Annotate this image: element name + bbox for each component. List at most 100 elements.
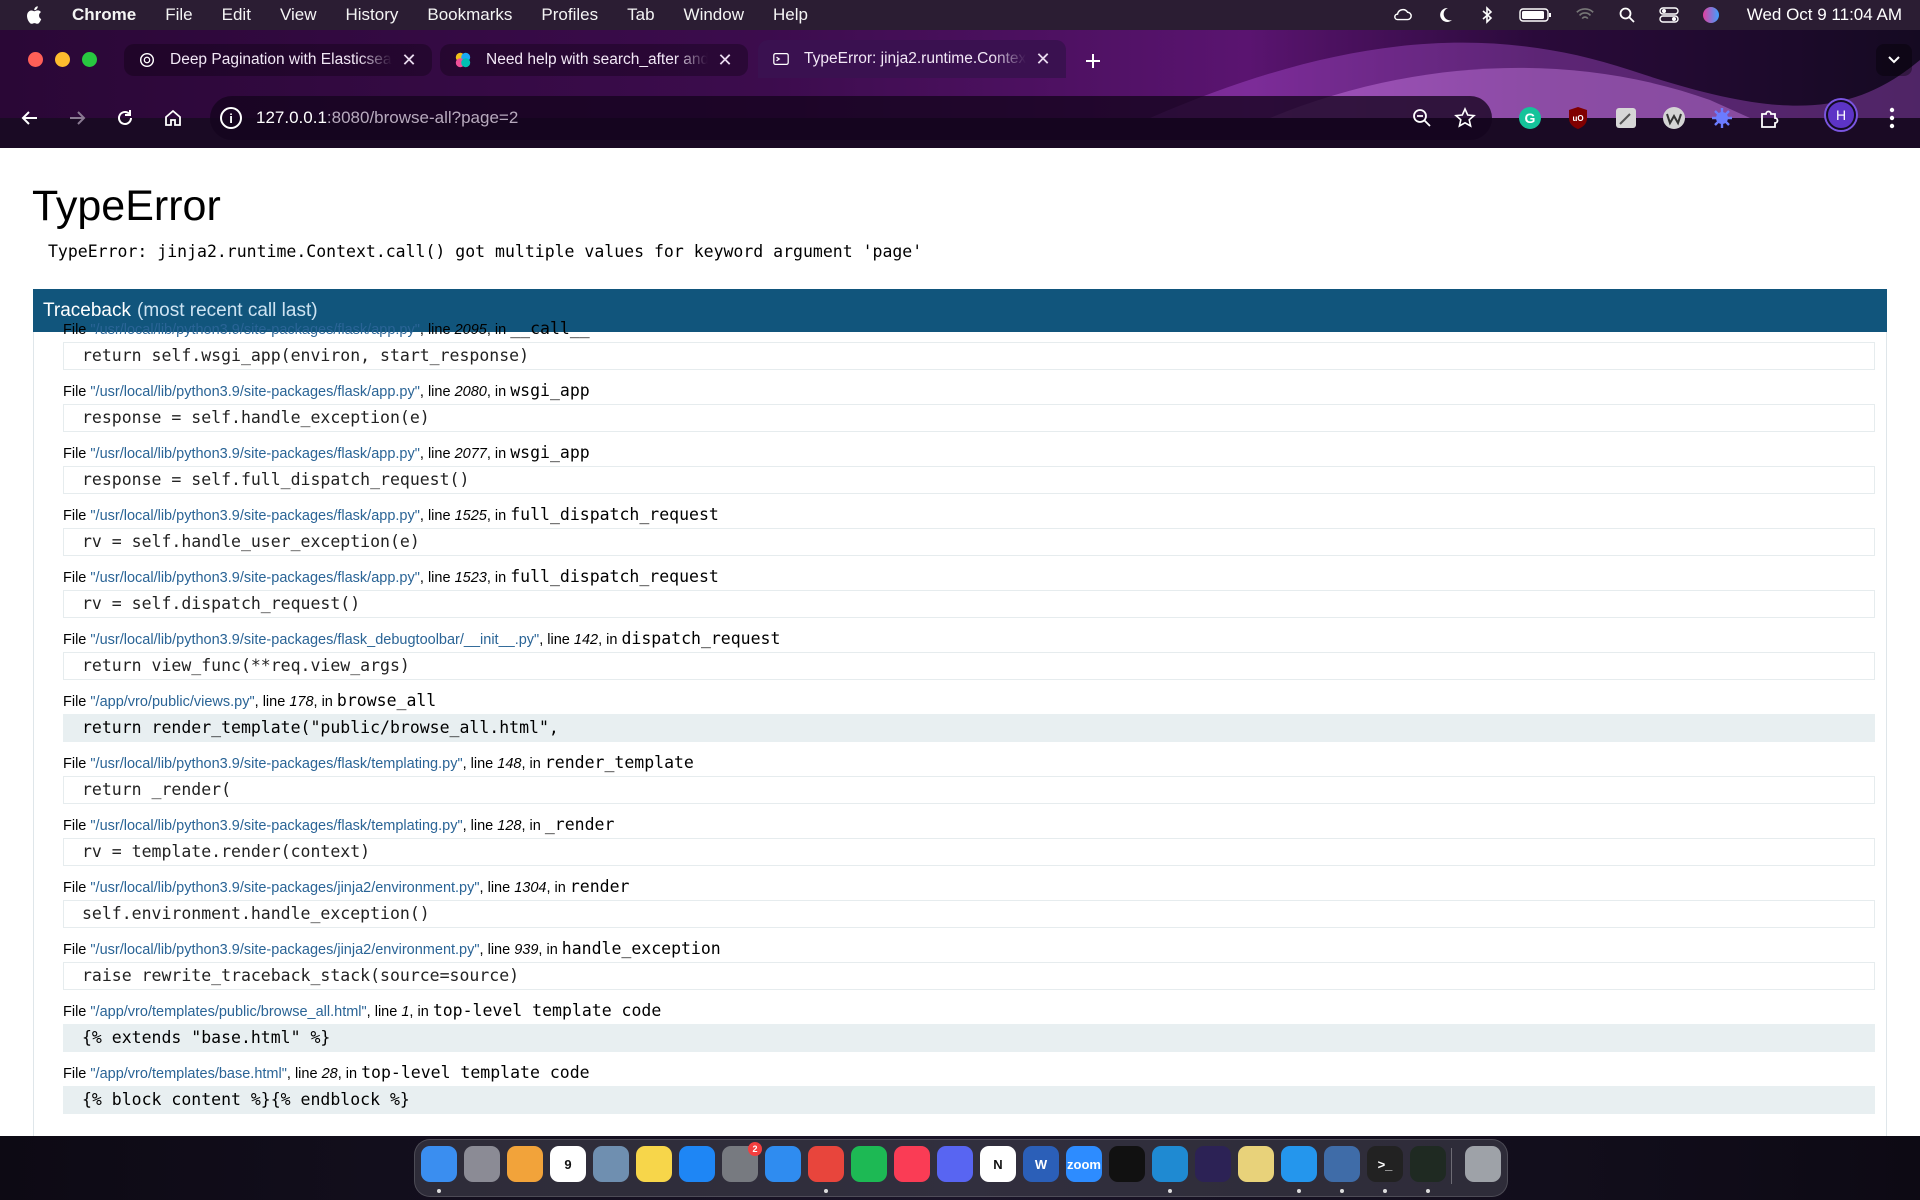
python-icon[interactable] <box>1238 1146 1274 1182</box>
preview-icon[interactable] <box>593 1146 629 1182</box>
tab-typeerror[interactable]: TypeError: jinja2.runtime.Context.call()… <box>758 40 1066 78</box>
snowflake-extension-icon[interactable] <box>1708 104 1736 132</box>
grammarly-icon[interactable]: G <box>1516 104 1544 132</box>
frame-code-line[interactable]: {% block content %}{% endblock %} <box>63 1086 1875 1114</box>
postman-icon[interactable] <box>1109 1146 1145 1182</box>
notes-icon[interactable] <box>636 1146 672 1182</box>
activity-monitor-icon[interactable] <box>1410 1146 1446 1182</box>
forward-button[interactable] <box>60 101 94 135</box>
frame-code-line[interactable]: rv = template.render(context) <box>63 838 1875 866</box>
bookmark-star-icon[interactable] <box>1454 107 1476 129</box>
system-settings-icon[interactable]: 2 <box>722 1142 762 1182</box>
menu-window[interactable]: Window <box>684 5 744 25</box>
frame-filename[interactable]: "/usr/local/lib/python3.9/site-packages/… <box>90 632 539 648</box>
photos-icon[interactable] <box>507 1146 543 1182</box>
tab-close-button[interactable]: ✕ <box>716 50 734 71</box>
zoom-icon[interactable]: zoom <box>1066 1146 1102 1182</box>
cloud-sync-icon[interactable] <box>1393 6 1413 24</box>
virtualbox-icon[interactable] <box>1324 1146 1360 1182</box>
trash-icon[interactable] <box>1465 1146 1501 1182</box>
wappalyzer-icon[interactable] <box>1660 104 1688 132</box>
frame-filename[interactable]: "/usr/local/lib/python3.9/site-packages/… <box>90 508 419 524</box>
word-icon[interactable]: W <box>1023 1146 1059 1182</box>
calendar-icon[interactable]: 9 <box>550 1146 586 1182</box>
frame-code-line[interactable]: self.environment.handle_exception() <box>63 900 1875 928</box>
window-minimize-button[interactable] <box>55 52 70 67</box>
frame-code-line[interactable]: return _render( <box>63 776 1875 804</box>
zoom-icon[interactable] <box>1412 108 1432 128</box>
frame-code-line[interactable]: return view_func(**req.view_args) <box>63 652 1875 680</box>
tab-title: Deep Pagination with Elasticsearch <box>170 51 392 68</box>
menu-app-name[interactable]: Chrome <box>72 5 136 25</box>
frame-filename[interactable]: "/usr/local/lib/python3.9/site-packages/… <box>90 880 479 896</box>
extensions-puzzle-icon[interactable] <box>1756 104 1784 132</box>
menu-bookmarks[interactable]: Bookmarks <box>427 5 512 25</box>
window-maximize-button[interactable] <box>82 52 97 67</box>
frame-filename[interactable]: "/app/vro/templates/public/browse_all.ht… <box>90 1004 366 1020</box>
menu-help[interactable]: Help <box>773 5 808 25</box>
discord-icon[interactable] <box>937 1146 973 1182</box>
frame-filename[interactable]: "/usr/local/lib/python3.9/site-packages/… <box>90 756 462 772</box>
menu-history[interactable]: History <box>345 5 398 25</box>
menubar-clock[interactable]: Wed Oct 9 11:04 AM <box>1747 5 1902 25</box>
bluetooth-icon[interactable] <box>1477 6 1497 24</box>
app-store-icon[interactable] <box>679 1146 715 1182</box>
moon-icon[interactable] <box>1435 6 1455 24</box>
frame-filename[interactable]: "/app/vro/templates/base.html" <box>90 1066 286 1082</box>
frame-code-line[interactable]: raise rewrite_traceback_stack(source=sou… <box>63 962 1875 990</box>
tab-search-button[interactable] <box>1876 44 1912 76</box>
window-close-button[interactable] <box>28 52 43 67</box>
frame-filename[interactable]: "/usr/local/lib/python3.9/site-packages/… <box>90 446 419 462</box>
launchpad-icon[interactable] <box>464 1146 500 1182</box>
menu-view[interactable]: View <box>280 5 317 25</box>
safari-icon[interactable] <box>765 1146 801 1182</box>
menu-tab[interactable]: Tab <box>627 5 654 25</box>
chrome-menu-icon[interactable] <box>1878 104 1906 132</box>
frame-filename[interactable]: "/app/vro/public/views.py" <box>90 694 254 710</box>
frame-code-line[interactable]: return render_template("public/browse_al… <box>63 714 1875 742</box>
tab-close-button[interactable]: ✕ <box>400 50 418 71</box>
terminal-icon[interactable]: >_ <box>1367 1146 1403 1182</box>
frame-code-line[interactable]: return self.wsgi_app(environ, start_resp… <box>63 342 1875 370</box>
tab-search-after-help[interactable]: Need help with search_after and paginati… <box>440 44 748 76</box>
music-icon[interactable] <box>894 1146 930 1182</box>
frame-filename[interactable]: "/usr/local/lib/python3.9/site-packages/… <box>90 384 419 400</box>
reload-button[interactable] <box>108 101 142 135</box>
home-button[interactable] <box>156 101 190 135</box>
frame-code-line[interactable]: response = self.full_dispatch_request() <box>63 466 1875 494</box>
edit-extension-icon[interactable] <box>1612 104 1640 132</box>
new-tab-button[interactable] <box>1078 46 1108 76</box>
tab-close-button[interactable]: ✕ <box>1034 49 1052 70</box>
apple-menu-icon[interactable] <box>24 4 46 26</box>
vscode-icon[interactable] <box>1152 1146 1188 1182</box>
back-button[interactable] <box>13 101 47 135</box>
ublock-icon[interactable]: uO <box>1564 104 1592 132</box>
menu-profiles[interactable]: Profiles <box>541 5 598 25</box>
in-word: in <box>494 384 507 400</box>
site-info-icon[interactable]: i <box>220 107 242 129</box>
frame-filename[interactable]: "/usr/local/lib/python3.9/site-packages/… <box>90 570 419 586</box>
menu-file[interactable]: File <box>165 5 192 25</box>
finder-icon[interactable] <box>421 1146 457 1182</box>
chrome-icon[interactable] <box>808 1146 844 1182</box>
frame-code-line[interactable]: {% extends "base.html" %} <box>63 1024 1875 1052</box>
eclipse-icon[interactable] <box>1195 1146 1231 1182</box>
spotify-icon[interactable] <box>851 1146 887 1182</box>
control-center-icon[interactable] <box>1659 6 1679 24</box>
battery-icon[interactable] <box>1519 6 1553 24</box>
frame-code-line[interactable]: response = self.handle_exception(e) <box>63 404 1875 432</box>
notion-icon[interactable]: N <box>980 1146 1016 1182</box>
wifi-icon[interactable] <box>1575 6 1595 24</box>
menu-edit[interactable]: Edit <box>222 5 251 25</box>
address-bar[interactable]: i 127.0.0.1:8080/browse-all?page=2 <box>210 96 1492 140</box>
tab-deep-pagination[interactable]: Deep Pagination with Elasticsearch ✕ <box>124 44 432 76</box>
frame-filename[interactable]: "/usr/local/lib/python3.9/site-packages/… <box>90 322 419 338</box>
siri-icon[interactable] <box>1701 6 1721 24</box>
docker-icon[interactable] <box>1281 1146 1317 1182</box>
frame-code-line[interactable]: rv = self.dispatch_request() <box>63 590 1875 618</box>
frame-code-line[interactable]: rv = self.handle_user_exception(e) <box>63 528 1875 556</box>
spotlight-search-icon[interactable] <box>1617 6 1637 24</box>
frame-filename[interactable]: "/usr/local/lib/python3.9/site-packages/… <box>90 818 462 834</box>
profile-avatar[interactable]: H <box>1826 100 1856 130</box>
frame-filename[interactable]: "/usr/local/lib/python3.9/site-packages/… <box>90 942 479 958</box>
